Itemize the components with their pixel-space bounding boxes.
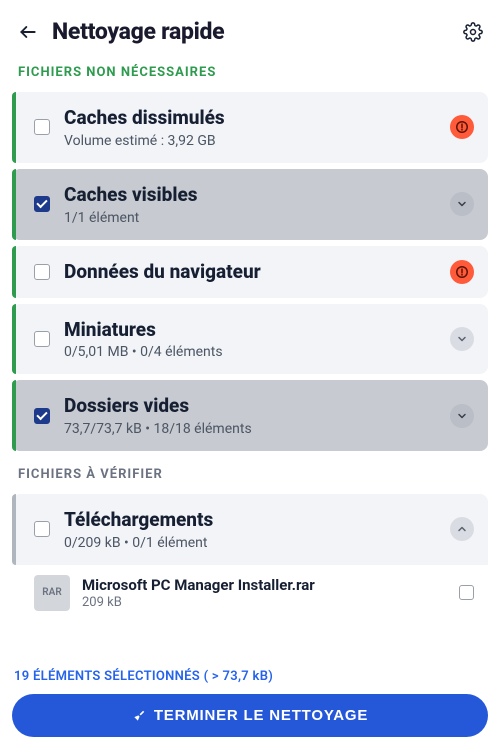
card-title: Téléchargements (64, 508, 450, 532)
checkbox-empty-folders[interactable] (34, 408, 50, 424)
file-row[interactable]: RAR Microsoft PC Manager Installer.rar 2… (12, 565, 488, 621)
card-title: Dossiers vides (64, 394, 450, 418)
card-title: Miniatures (64, 318, 450, 342)
card-text: Données du navigateur (64, 260, 450, 284)
card-subtitle: 1/1 élément (64, 210, 450, 226)
card-title: Caches visibles (64, 183, 450, 207)
finish-cleanup-button[interactable]: TERMINER LE NETTOYAGE (12, 694, 488, 737)
checkbox-hidden-caches[interactable] (34, 119, 50, 135)
gear-icon[interactable] (462, 21, 484, 43)
back-icon[interactable] (16, 20, 40, 44)
card-title: Caches dissimulés (64, 106, 450, 130)
card-hidden-caches[interactable]: Caches dissimulés Volume estimé : 3,92 G… (12, 92, 488, 163)
file-info: Microsoft PC Manager Installer.rar 209 k… (82, 576, 449, 610)
accent-bar (12, 304, 16, 375)
accent-bar (12, 494, 16, 565)
card-downloads[interactable]: Téléchargements 0/209 kB • 0/1 élément (12, 494, 488, 565)
accent-bar (12, 92, 16, 163)
card-text: Dossiers vides 73,7/73,7 kB • 18/18 élém… (64, 394, 450, 437)
checkbox-file-rar[interactable] (459, 585, 474, 600)
selection-summary: 19 ÉLÉMENTS SÉLECTIONNÉS ( > 73,7 kB) (12, 663, 488, 694)
broom-icon (132, 709, 146, 723)
file-size: 209 kB (82, 595, 449, 610)
warning-icon[interactable] (450, 260, 474, 284)
card-text: Téléchargements 0/209 kB • 0/1 élément (64, 508, 450, 551)
chevron-down-icon[interactable] (450, 404, 474, 428)
card-text: Caches visibles 1/1 élément (64, 183, 450, 226)
chevron-down-icon[interactable] (450, 327, 474, 351)
footer: 19 ÉLÉMENTS SÉLECTIONNÉS ( > 73,7 kB) TE… (0, 663, 500, 749)
chevron-down-icon[interactable] (450, 192, 474, 216)
file-thumb-rar: RAR (34, 575, 70, 611)
accent-bar (12, 246, 16, 298)
section-unneeded-title: FICHIERS NON NÉCESSAIRES (0, 55, 500, 92)
card-browser-data[interactable]: Données du navigateur (12, 246, 488, 298)
card-subtitle: 0/209 kB • 0/1 élément (64, 535, 450, 551)
checkbox-browser-data[interactable] (34, 264, 50, 280)
accent-bar (12, 380, 16, 451)
chevron-up-icon[interactable] (450, 517, 474, 541)
card-subtitle: 73,7/73,7 kB • 18/18 éléments (64, 421, 450, 437)
checkbox-visible-caches[interactable] (34, 196, 50, 212)
file-name: Microsoft PC Manager Installer.rar (82, 576, 449, 594)
page-title: Nettoyage rapide (52, 18, 462, 45)
section-verify-title: FICHIERS À VÉRIFIER (0, 457, 500, 494)
card-subtitle: 0/5,01 MB • 0/4 éléments (64, 344, 450, 360)
cta-label: TERMINER LE NETTOYAGE (154, 707, 368, 724)
card-thumbnails[interactable]: Miniatures 0/5,01 MB • 0/4 éléments (12, 304, 488, 375)
warning-icon[interactable] (450, 115, 474, 139)
card-empty-folders[interactable]: Dossiers vides 73,7/73,7 kB • 18/18 élém… (12, 380, 488, 451)
card-subtitle: Volume estimé : 3,92 GB (64, 133, 450, 149)
accent-bar (12, 169, 16, 240)
card-text: Miniatures 0/5,01 MB • 0/4 éléments (64, 318, 450, 361)
card-visible-caches[interactable]: Caches visibles 1/1 élément (12, 169, 488, 240)
checkbox-thumbnails[interactable] (34, 331, 50, 347)
card-text: Caches dissimulés Volume estimé : 3,92 G… (64, 106, 450, 149)
header: Nettoyage rapide (0, 0, 500, 55)
card-title: Données du navigateur (64, 260, 450, 284)
checkbox-downloads[interactable] (34, 521, 50, 537)
